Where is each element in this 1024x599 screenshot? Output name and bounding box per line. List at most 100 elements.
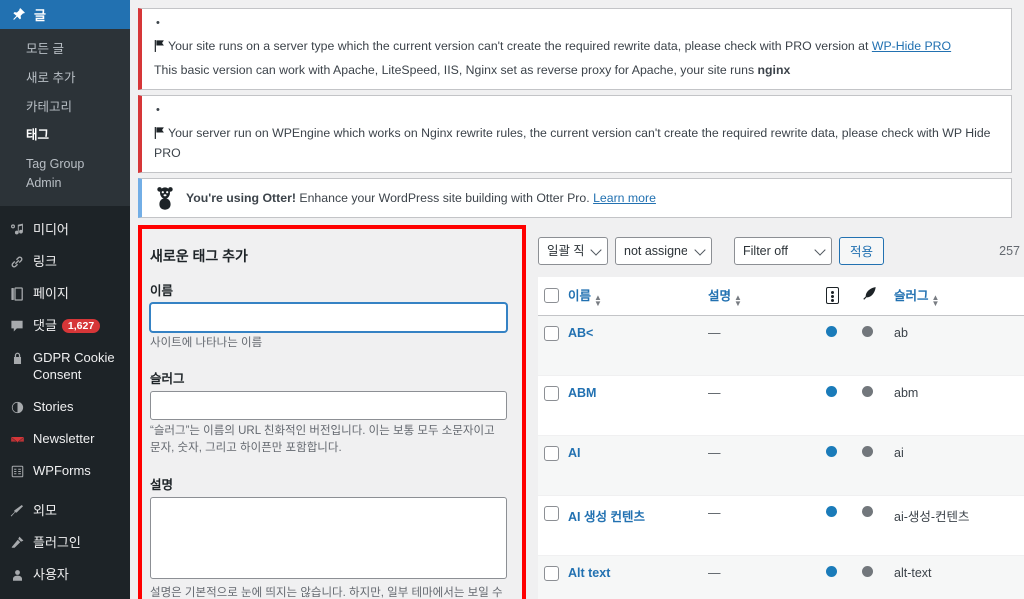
users-icon bbox=[8, 567, 26, 584]
row-checkbox-cell bbox=[538, 555, 568, 599]
sidebar-item-appearance[interactable]: 외모 bbox=[0, 495, 130, 527]
sidebar-item-media-label: 미디어 bbox=[33, 221, 69, 237]
description-field-help: 설명은 기본적으로 눈에 띄지는 않습니다. 하지만, 일부 테마에서는 보일 … bbox=[150, 586, 503, 599]
status-dot-grey bbox=[862, 565, 873, 577]
sidebar-subitem-tags[interactable]: 태그 bbox=[0, 121, 130, 150]
link-icon bbox=[8, 254, 26, 271]
row-dot1-cell bbox=[826, 315, 862, 376]
row-name-cell: ABM bbox=[568, 375, 708, 436]
row-checkbox[interactable] bbox=[544, 505, 559, 521]
sidebar-item-wpforms-label: WPForms bbox=[33, 462, 91, 478]
sort-by-description-link[interactable]: 설명 bbox=[708, 289, 731, 303]
tag-description-textarea[interactable] bbox=[150, 496, 507, 579]
column-header-checkbox bbox=[538, 276, 568, 316]
row-description-cell: — bbox=[708, 555, 826, 599]
row-checkbox-cell bbox=[538, 435, 568, 496]
table-row[interactable]: Alt text — alt-text bbox=[538, 555, 1024, 599]
sidebar-item-users[interactable]: 사용자 bbox=[0, 559, 130, 591]
comments-icon bbox=[8, 318, 26, 335]
sidebar-item-posts[interactable]: 글 bbox=[0, 0, 130, 29]
sidebar-item-plugins-label: 플러그인 bbox=[33, 534, 81, 550]
sidebar-item-plugins[interactable]: 플러그인 bbox=[0, 527, 130, 559]
table-row[interactable]: ABM — abm bbox=[538, 375, 1024, 436]
name-field-help: 사이트에 나타나는 이름 bbox=[150, 336, 263, 349]
sidebar-subitem-add-new[interactable]: 새로 추가 bbox=[0, 64, 130, 93]
sidebar-item-media[interactable]: 미디어 bbox=[0, 214, 130, 246]
sidebar-divider-2 bbox=[0, 487, 130, 495]
tag-name-link[interactable]: AI bbox=[568, 446, 581, 460]
row-name-cell: Alt text bbox=[568, 555, 708, 599]
sidebar-item-links[interactable]: 링크 bbox=[0, 246, 130, 278]
status-dot-grey bbox=[862, 505, 873, 517]
stories-icon bbox=[8, 399, 26, 416]
tag-name-link[interactable]: AI 생성 컨텐츠 bbox=[568, 510, 645, 524]
sidebar-divider bbox=[0, 206, 130, 214]
otter-learn-more-link[interactable]: Learn more bbox=[593, 191, 656, 205]
wp-hide-pro-link[interactable]: WP-Hide PRO bbox=[872, 39, 951, 53]
group-filter-select[interactable]: not assigned bbox=[615, 236, 712, 265]
status-dot-grey bbox=[862, 325, 873, 337]
select-all-checkbox[interactable] bbox=[544, 288, 559, 304]
sort-arrows-icon: ▲ ▼ bbox=[734, 292, 742, 308]
sidebar-item-pages[interactable]: 페이지 bbox=[0, 278, 130, 310]
row-checkbox-cell bbox=[538, 375, 568, 436]
row-dot2-cell bbox=[862, 375, 894, 436]
otter-icon bbox=[154, 186, 176, 210]
filter-toggle-select[interactable]: Filter off bbox=[734, 236, 832, 265]
sort-arrows-icon: ▲ ▼ bbox=[931, 292, 940, 308]
tags-table-column: 일괄 작업 not assigned Filter off 적용 257 이름 … bbox=[526, 223, 1024, 599]
row-checkbox[interactable] bbox=[544, 565, 559, 581]
sidebar-item-stories[interactable]: Stories bbox=[0, 391, 130, 423]
sort-by-slug-link[interactable]: 슬러그 bbox=[894, 289, 929, 303]
sidebar-item-comments[interactable]: 댓글 1,627 bbox=[0, 310, 130, 342]
server-name: nginx bbox=[757, 63, 791, 78]
quill-icon bbox=[862, 287, 877, 305]
status-dot-blue bbox=[826, 445, 837, 457]
row-dot2-cell bbox=[862, 555, 894, 599]
status-dot-blue bbox=[826, 325, 837, 337]
table-row[interactable]: AB< — ab bbox=[538, 315, 1024, 376]
table-row[interactable]: AI 생성 컨텐츠 — ai-생성-컨텐츠 bbox=[538, 495, 1024, 556]
row-checkbox-cell bbox=[538, 495, 568, 556]
status-dot-blue bbox=[826, 565, 837, 577]
bulk-action-select[interactable]: 일괄 작업 bbox=[538, 236, 608, 265]
apply-filter-button[interactable]: 적용 bbox=[839, 236, 885, 265]
tags-table-head: 이름 ▲ ▼ 설명 ▲ ▼ 슬러그 ▲ ▼ bbox=[538, 276, 1024, 316]
row-checkbox[interactable] bbox=[544, 445, 559, 461]
tag-name-link[interactable]: ABM bbox=[568, 386, 596, 400]
row-checkbox[interactable] bbox=[544, 325, 559, 341]
sidebar-item-newsletter[interactable]: Newsletter bbox=[0, 423, 130, 455]
otter-notice-body: Enhance your WordPress site building wit… bbox=[295, 190, 594, 205]
row-description-cell: — bbox=[708, 315, 826, 376]
sidebar-item-wpforms[interactable]: WPForms bbox=[0, 455, 130, 487]
column-header-description: 설명 ▲ ▼ bbox=[708, 276, 826, 316]
add-tag-form-column: 새로운 태그 추가 이름 사이트에 나타나는 이름 슬러그 “슬러그”는 이름의… bbox=[138, 223, 526, 599]
items-count: 257 bbox=[999, 243, 1020, 258]
sidebar-item-gdpr-cookie-consent[interactable]: GDPR Cookie Consent bbox=[0, 342, 130, 391]
tag-name-link[interactable]: Alt text bbox=[568, 566, 610, 580]
sidebar-item-stories-label: Stories bbox=[33, 398, 74, 414]
sort-by-name-link[interactable]: 이름 bbox=[568, 289, 591, 303]
row-dot1-cell bbox=[826, 435, 862, 496]
notice-wpengine-nginx: • Your server run on WPEngine which work… bbox=[138, 94, 1012, 173]
admin-sidebar: 글 모든 글 새로 추가 카테고리 태그 Tag Group Admin 미디어… bbox=[0, 0, 130, 599]
bulk-action-wrapper: 일괄 작업 bbox=[538, 236, 608, 265]
row-checkbox[interactable] bbox=[544, 385, 559, 401]
sidebar-item-pages-label: 페이지 bbox=[33, 285, 69, 301]
sidebar-subitem-tag-group-admin[interactable]: Tag Group Admin bbox=[0, 150, 130, 198]
tag-name-link[interactable]: AB< bbox=[568, 326, 593, 340]
table-row[interactable]: AI — ai bbox=[538, 435, 1024, 496]
status-dot-blue bbox=[826, 505, 837, 517]
newsletter-icon bbox=[8, 431, 26, 448]
list-icon bbox=[826, 287, 839, 305]
sidebar-item-tools[interactable]: 도구 bbox=[0, 591, 130, 599]
notice-line-2-text: This basic version can work with Apache,… bbox=[154, 63, 758, 78]
sidebar-subitem-categories[interactable]: 카테고리 bbox=[0, 93, 130, 122]
add-tag-form: 새로운 태그 추가 이름 사이트에 나타나는 이름 슬러그 “슬러그”는 이름의… bbox=[138, 232, 526, 599]
sidebar-subitem-all-posts[interactable]: 모든 글 bbox=[0, 35, 130, 64]
row-slug-cell: alt-text bbox=[894, 555, 1024, 599]
slug-field-label: 슬러그 bbox=[150, 372, 185, 386]
notice-bullet-2: • bbox=[156, 103, 160, 116]
tag-name-input[interactable] bbox=[150, 302, 507, 332]
tag-slug-input[interactable] bbox=[150, 391, 507, 420]
